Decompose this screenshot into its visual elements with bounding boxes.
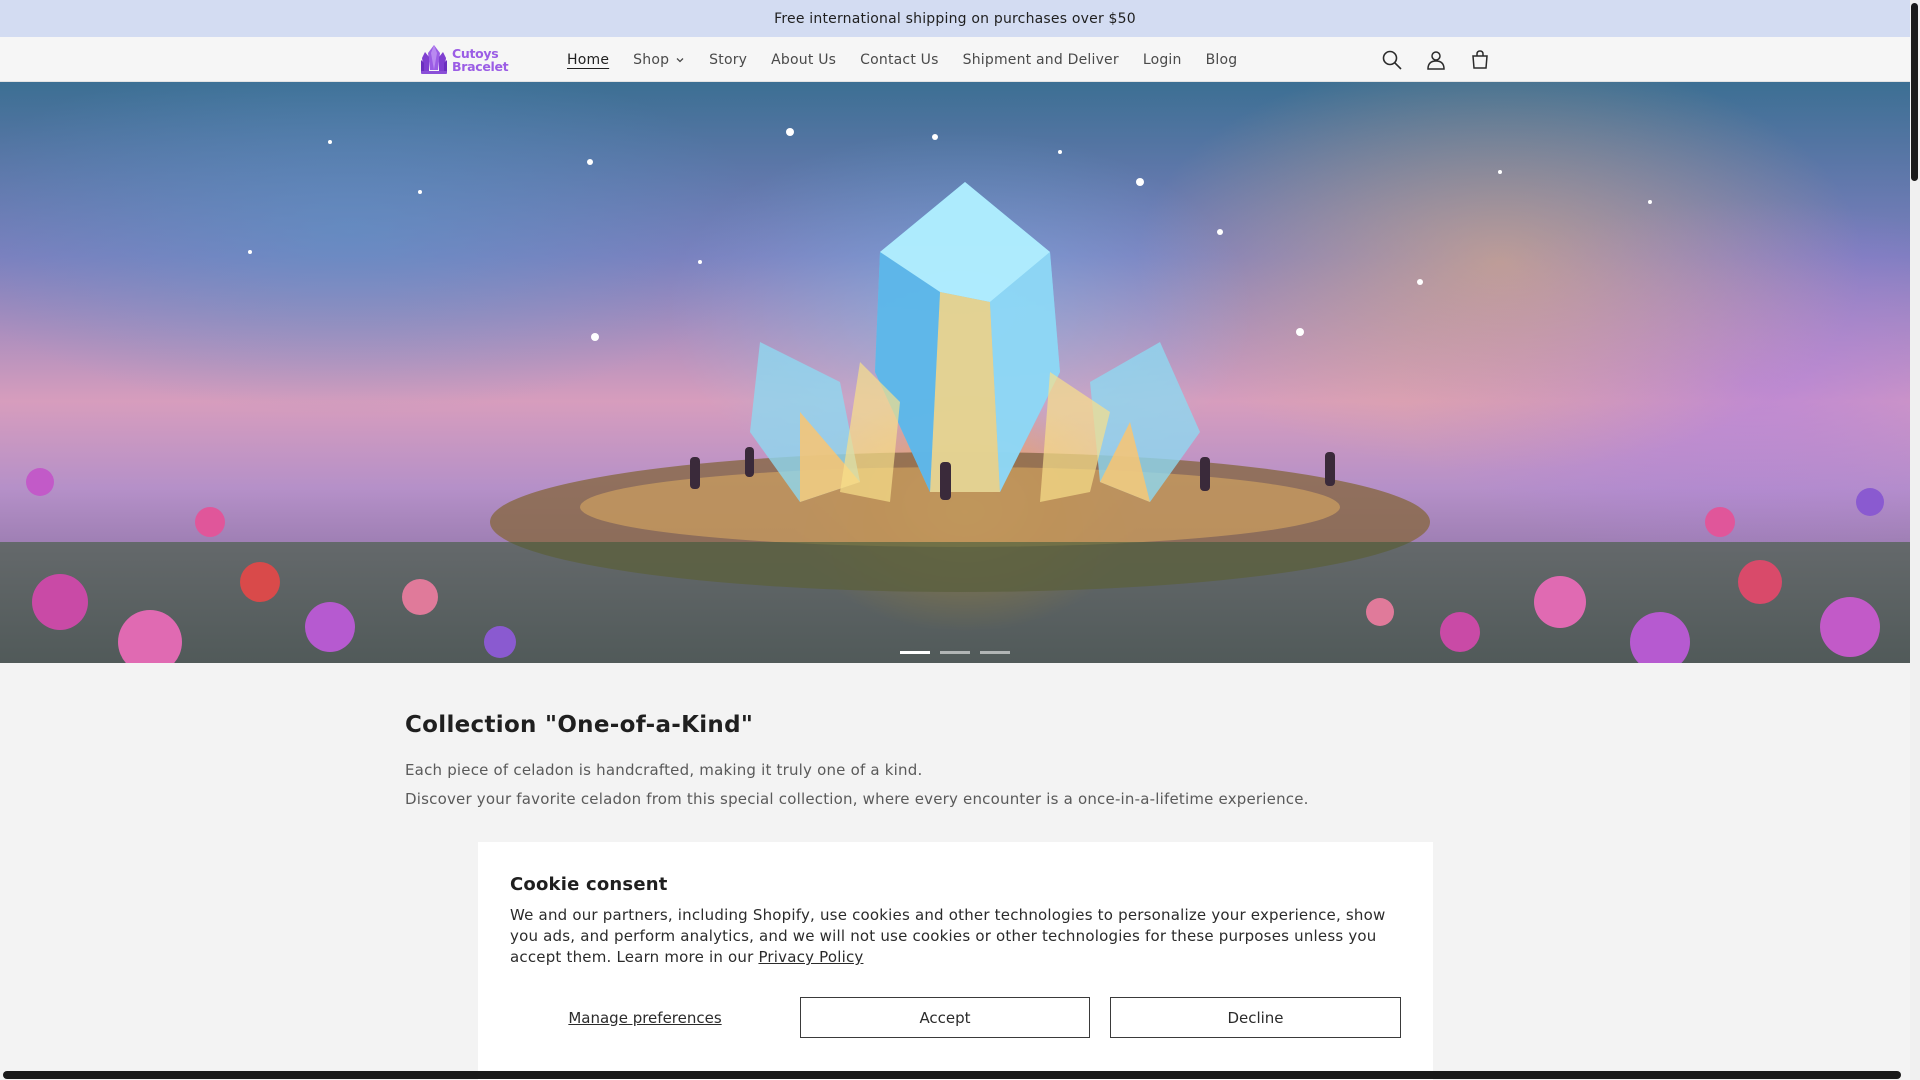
cookie-body: We and our partners, including Shopify, … [510,905,1401,968]
chevron-down-icon [676,57,684,62]
horizontal-scrollbar[interactable] [3,1071,1901,1079]
nav-contact-us[interactable]: Contact Us [848,52,950,68]
main-nav: Home Shop Story About Us Contact Us Ship… [555,37,1249,82]
nav-login[interactable]: Login [1131,52,1194,68]
collection-title: Collection "One-of-a-Kind" [405,712,754,738]
nav-story[interactable]: Story [697,52,759,68]
cookie-consent-banner: Cookie consent We and our partners, incl… [478,842,1433,1080]
manage-preferences-link[interactable]: Manage preferences [510,1009,780,1027]
hero-image [0,128,1910,663]
privacy-policy-link[interactable]: Privacy Policy [758,948,863,966]
nav-shipment[interactable]: Shipment and Deliver [951,52,1131,68]
nav-shop[interactable]: Shop [621,52,697,68]
logo-text: Cutoys Bracelet [452,47,509,74]
header-icons [1380,37,1492,82]
vertical-scrollbar-thumb[interactable] [1911,3,1918,181]
slide-dot-2[interactable] [940,651,970,654]
nav-about-us[interactable]: About Us [759,52,848,68]
search-icon[interactable] [1380,48,1404,72]
collection-section: Collection "One-of-a-Kind" Each piece of… [405,712,1505,814]
announcement-bar: Free international shipping on purchases… [0,0,1910,37]
hero-slideshow[interactable] [0,82,1910,663]
site-logo[interactable]: Cutoys Bracelet [420,43,509,77]
slide-dot-1[interactable] [900,651,930,654]
account-icon[interactable] [1424,48,1448,72]
slideshow-dots [0,651,1910,657]
logo-line-2: Bracelet [452,59,509,74]
decline-button[interactable]: Decline [1110,997,1401,1038]
collection-description-1: Each piece of celadon is handcrafted, ma… [405,761,923,779]
nav-blog[interactable]: Blog [1194,52,1250,68]
nav-home[interactable]: Home [555,52,621,68]
cookie-title: Cookie consent [510,874,668,895]
crystal-logo-icon [421,45,447,74]
slide-dot-3[interactable] [980,651,1010,654]
announcement-text: Free international shipping on purchases… [774,10,1136,27]
collection-description-2: Discover your favorite celadon from this… [405,790,1309,808]
accept-button[interactable]: Accept [800,997,1090,1038]
nav-shop-label: Shop [633,51,670,68]
cart-icon[interactable] [1468,48,1492,72]
cookie-actions: Manage preferences Accept Decline [510,997,1401,1038]
cookie-body-text: We and our partners, including Shopify, … [510,906,1386,966]
site-header: Cutoys Bracelet Home Shop Story About Us… [0,37,1910,82]
